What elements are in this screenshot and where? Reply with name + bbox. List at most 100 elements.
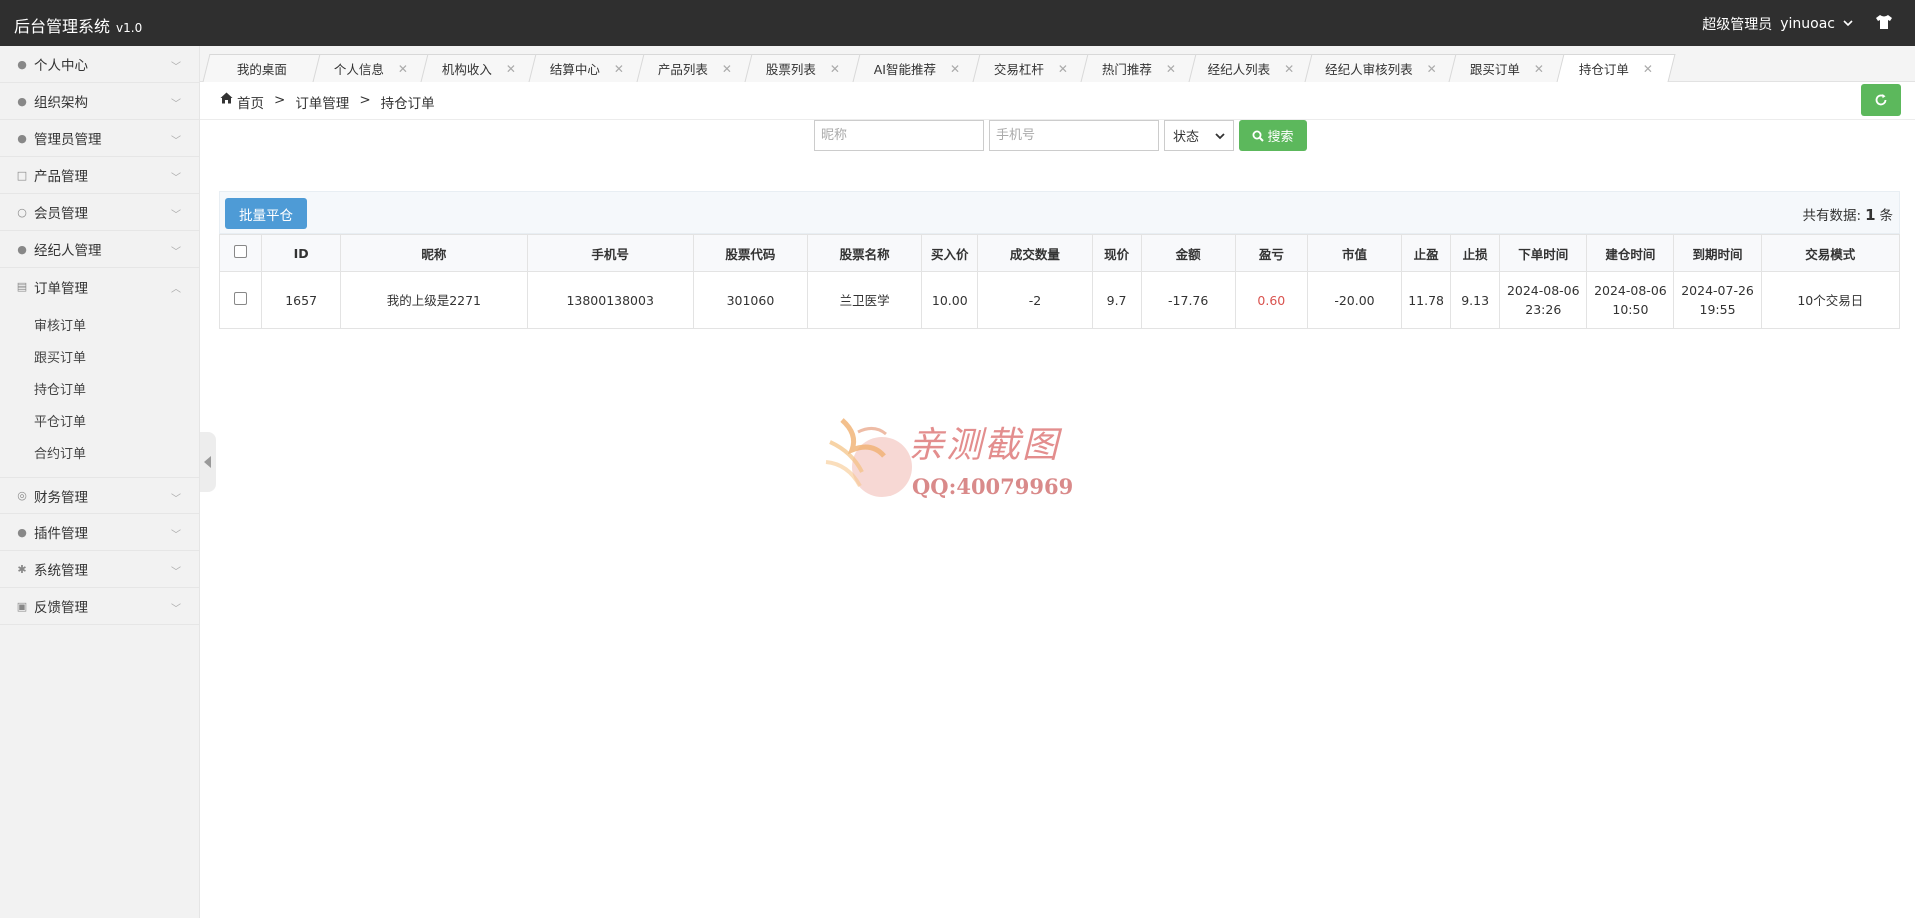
sidebar-item-label: 组织架构 xyxy=(34,95,88,111)
close-icon[interactable]: ✕ xyxy=(1284,62,1294,76)
table-row: 1657 我的上级是2271 13800138003 301060 兰卫医学 1… xyxy=(218,271,1901,329)
close-icon[interactable]: ✕ xyxy=(722,62,732,76)
orders-table: ID 昵称 手机号 股票代码 股票名称 买入价 成交数量 现价 金额 盈亏 市值… xyxy=(218,234,1901,329)
plugin-icon: ● xyxy=(17,525,27,539)
cell-pnl: 0.60 xyxy=(1234,271,1308,329)
tab-stock-list[interactable]: 股票列表 ✕ xyxy=(744,54,862,82)
org-icon: ● xyxy=(17,94,27,108)
row-checkbox[interactable] xyxy=(234,291,248,305)
chevron-down-icon: ﹀ xyxy=(171,99,181,110)
sidebar-item-product[interactable]: □ 产品管理 ﹀ xyxy=(0,157,199,194)
app-title: 后台管理系统 xyxy=(14,17,111,36)
tab-label: 股票列表 xyxy=(765,62,816,77)
sidebar-item-org[interactable]: ● 组织架构 ﹀ xyxy=(0,83,199,120)
tab-desktop[interactable]: 我的桌面 xyxy=(202,54,322,82)
sub-item-closed-orders[interactable]: 平仓订单 xyxy=(0,407,199,439)
close-icon[interactable]: ✕ xyxy=(506,62,516,76)
cell-id: 1657 xyxy=(261,271,342,329)
sidebar-item-personal[interactable]: ● 个人中心 ﹀ xyxy=(0,46,199,83)
tab-personal-info[interactable]: 个人信息 ✕ xyxy=(312,54,430,82)
theme-shirt-icon[interactable] xyxy=(1875,14,1893,30)
tab-settlement[interactable]: 结算中心 ✕ xyxy=(528,54,646,82)
top-bar: 后台管理系统 v1.0 超级管理员 yinuoac xyxy=(0,0,1915,46)
sidebar-item-label: 订单管理 xyxy=(34,280,88,297)
close-icon[interactable]: ✕ xyxy=(950,62,960,76)
column-header: 交易模式 xyxy=(1760,234,1901,272)
sidebar-collapse-handle[interactable] xyxy=(200,432,216,492)
tab-position-orders[interactable]: 持仓订单 ✕ xyxy=(1556,54,1676,82)
breadcrumb-order-management[interactable]: 订单管理 xyxy=(295,92,349,112)
chevron-down-icon xyxy=(1215,132,1225,139)
sidebar-item-broker[interactable]: ● 经纪人管理 ﹀ xyxy=(0,231,199,268)
search-form: 状态 搜索 xyxy=(814,120,1307,151)
sub-item-contract-orders[interactable]: 合约订单 xyxy=(0,439,199,471)
admin-icon: ● xyxy=(17,131,27,145)
column-header: 建仓时间 xyxy=(1586,234,1675,272)
tab-hot-recommend[interactable]: 热门推荐 ✕ xyxy=(1080,54,1198,82)
column-header: 金额 xyxy=(1140,234,1236,272)
sidebar-item-label: 管理员管理 xyxy=(34,132,102,148)
order-time: 23:26 xyxy=(1525,302,1562,317)
close-icon[interactable]: ✕ xyxy=(1058,62,1068,76)
tab-label: AI智能推荐 xyxy=(873,62,936,77)
tab-broker-review[interactable]: 经纪人审核列表 ✕ xyxy=(1304,54,1458,82)
close-icon[interactable]: ✕ xyxy=(614,62,624,76)
cell-stop-loss: 9.13 xyxy=(1450,271,1501,329)
breadcrumb-home[interactable]: 首页 xyxy=(237,92,264,112)
tab-label: 跟买订单 xyxy=(1469,62,1520,77)
close-icon[interactable]: ✕ xyxy=(1534,62,1544,76)
chevron-down-icon: ﹀ xyxy=(171,247,181,258)
row-select-cell xyxy=(218,271,263,329)
status-select-label: 状态 xyxy=(1173,130,1200,145)
search-button[interactable]: 搜索 xyxy=(1239,120,1307,151)
expire-date: 2024-07-26 xyxy=(1681,283,1754,298)
tab-label: 热门推荐 xyxy=(1101,62,1152,77)
chevron-down-icon: ﹀ xyxy=(171,136,181,147)
close-icon[interactable]: ✕ xyxy=(1166,62,1176,76)
cell-open-time: 2024-08-06 10:50 xyxy=(1586,271,1675,329)
total-suffix: 条 xyxy=(1879,208,1894,224)
tab-label: 个人信息 xyxy=(333,62,384,77)
tab-ai-recommend[interactable]: AI智能推荐 ✕ xyxy=(852,54,982,82)
sub-item-review-orders[interactable]: 审核订单 xyxy=(0,311,199,343)
tab-follow-orders[interactable]: 跟买订单 ✕ xyxy=(1448,54,1566,82)
sub-item-position-orders[interactable]: 持仓订单 xyxy=(0,375,199,407)
batch-close-button[interactable]: 批量平仓 xyxy=(225,198,307,229)
column-header: 买入价 xyxy=(921,234,979,272)
close-icon[interactable]: ✕ xyxy=(398,62,408,76)
user-menu[interactable]: 超级管理员 yinuoac xyxy=(1702,14,1853,34)
close-icon[interactable]: ✕ xyxy=(830,62,840,76)
gear-icon: ✱ xyxy=(17,562,27,576)
cell-order-time: 2024-08-06 23:26 xyxy=(1499,271,1588,329)
panel-toolbar: 批量平仓 共有数据: 1 条 xyxy=(219,191,1900,234)
column-header: 止盈 xyxy=(1401,234,1452,272)
chevron-up-icon: ︿ xyxy=(171,284,181,295)
tab-broker-list[interactable]: 经纪人列表 ✕ xyxy=(1188,54,1314,82)
sidebar-item-plugin[interactable]: ● 插件管理 ﹀ xyxy=(0,514,199,551)
sidebar-item-order[interactable]: ▤ 订单管理 ︿ xyxy=(0,268,199,305)
sidebar-item-finance[interactable]: ◎ 财务管理 ﹀ xyxy=(0,477,199,514)
select-all-checkbox[interactable] xyxy=(234,245,248,258)
phone-input[interactable] xyxy=(989,120,1159,151)
tab-product-list[interactable]: 产品列表 ✕ xyxy=(636,54,754,82)
sub-item-follow-orders[interactable]: 跟买订单 xyxy=(0,343,199,375)
cell-stock-code: 301060 xyxy=(692,271,809,329)
sidebar-item-feedback[interactable]: ▣ 反馈管理 ﹀ xyxy=(0,588,199,625)
chevron-down-icon: ﹀ xyxy=(171,210,181,221)
sidebar-item-admin[interactable]: ● 管理员管理 ﹀ xyxy=(0,120,199,157)
sidebar: ● 个人中心 ﹀ ● 组织架构 ﹀ ● 管理员管理 ﹀ □ 产品管理 ﹀ ○ 会员管理 ﹀ ● 经纪人… xyxy=(0,46,200,918)
total-prefix: 共有数据: xyxy=(1802,208,1862,224)
status-select[interactable]: 状态 xyxy=(1164,120,1234,151)
app-version: v1.0 xyxy=(116,21,143,35)
breadcrumb-bar: 首页 > 订单管理 > 持仓订单 xyxy=(200,82,1915,120)
search-button-label: 搜索 xyxy=(1267,130,1294,145)
tab-leverage[interactable]: 交易杠杆 ✕ xyxy=(972,54,1090,82)
close-icon[interactable]: ✕ xyxy=(1427,62,1437,76)
refresh-button[interactable] xyxy=(1861,84,1901,116)
user-icon: ● xyxy=(17,57,27,71)
sidebar-item-system[interactable]: ✱ 系统管理 ﹀ xyxy=(0,551,199,588)
sidebar-item-member[interactable]: ○ 会员管理 ﹀ xyxy=(0,194,199,231)
close-icon[interactable]: ✕ xyxy=(1643,62,1653,76)
nickname-input[interactable] xyxy=(814,120,984,151)
tab-institution-income[interactable]: 机构收入 ✕ xyxy=(420,54,538,82)
